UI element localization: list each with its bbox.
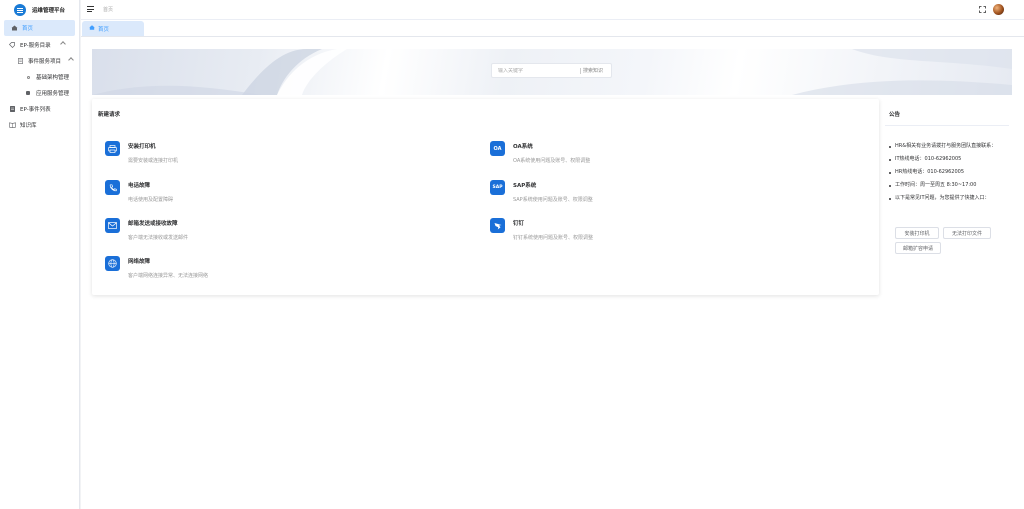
book-icon <box>8 121 16 129</box>
notice-title: 公告 <box>889 112 901 118</box>
request-item-network[interactable]: 网络故障 客户端网络连接异常、无法连接网络 <box>105 256 208 279</box>
request-item-mail[interactable]: 邮箱发送或接收故障 客户端无法接收或发送邮件 <box>105 218 188 241</box>
fullscreen-icon[interactable] <box>979 6 986 13</box>
request-desc: OA系统使用问题及账号、权限调整 <box>513 158 591 164</box>
sidebar-item-label: 应用服务管理 <box>36 91 70 97</box>
notice-line: 工作时间：周一至周五 8:30~17:00 <box>889 182 1009 189</box>
square-icon <box>24 89 32 97</box>
request-item-sap[interactable]: SAP SAP系统 SAP系统使用问题及账号、权限调整 <box>490 180 593 203</box>
app-logo[interactable]: 运维管理平台 <box>0 0 79 20</box>
globe-icon <box>105 256 120 271</box>
sidebar-item-label: 事件服务项目 <box>28 59 62 65</box>
request-desc: 客户端网络连接异常、无法连接网络 <box>128 273 209 279</box>
dot-icon <box>24 73 32 81</box>
divider <box>885 125 1009 126</box>
request-item-phone[interactable]: 电话故障 电话使用及配置障碍 <box>105 180 173 203</box>
notice-line: IT热线电话：010-62962005 <box>889 156 1009 163</box>
chevron-up-icon <box>68 57 74 63</box>
dingtalk-icon <box>490 218 505 233</box>
sidebar-item-event-list[interactable]: EP-事件列表 <box>0 101 79 117</box>
mail-icon <box>105 218 120 233</box>
sidebar-item-label: EP-事件列表 <box>20 107 51 113</box>
sidebar-item-home[interactable]: 首页 <box>4 20 75 36</box>
sidebar: 运维管理平台 首页 EP-服务目录 事件服务项目 基础架构管理 应用服务管理 E… <box>0 0 80 509</box>
sidebar-item-label: 首页 <box>22 26 34 32</box>
sidebar-item-service-catalog[interactable]: EP-服务目录 <box>0 37 79 53</box>
sap-icon: SAP <box>490 180 505 195</box>
notice-line: 以下是常见IT问题，为您提供了快捷入口： <box>889 195 1009 202</box>
notice-list: HR&相关有业务请拨打与服务团队直接联系： IT热线电话：010-6296200… <box>889 143 1009 208</box>
request-item-dingtalk[interactable]: 钉钉 钉钉系统使用问题及账号、权限调整 <box>490 218 593 241</box>
request-name: OA系统 <box>513 144 533 150</box>
list-icon <box>8 105 16 113</box>
tab-home[interactable]: 首页 <box>82 21 144 36</box>
quick-link-mailbox-expand[interactable]: 邮箱扩容申请 <box>895 242 941 254</box>
sidebar-item-knowledge[interactable]: 知识库 <box>0 117 79 133</box>
breadcrumb[interactable]: 首页 <box>103 6 113 13</box>
request-name: 电话故障 <box>128 183 151 189</box>
document-icon <box>16 57 24 65</box>
sidebar-item-infrastructure[interactable]: 基础架构管理 <box>0 69 79 85</box>
home-icon <box>10 24 18 32</box>
app-title: 运维管理平台 <box>32 8 66 14</box>
quick-link-cannot-print[interactable]: 无法打印文件 <box>943 227 991 239</box>
notice-line: HR热线电话：010-62962005 <box>889 169 1009 176</box>
home-icon <box>89 25 95 32</box>
sidebar-item-label: 知识库 <box>20 123 37 129</box>
request-desc: SAP系统使用问题及账号、权限调整 <box>513 197 593 203</box>
request-name: SAP系统 <box>513 183 537 189</box>
request-name: 安装打印机 <box>128 144 156 150</box>
printer-icon <box>105 141 120 156</box>
menu-toggle-icon[interactable] <box>87 6 94 12</box>
search-button[interactable]: 搜索知识 <box>580 67 603 74</box>
tab-label: 首页 <box>98 26 110 33</box>
chevron-up-icon <box>60 41 66 47</box>
card-title: 新建请求 <box>98 112 121 118</box>
search-banner: 搜索知识 <box>92 49 1012 95</box>
request-name: 网络故障 <box>128 259 151 265</box>
request-name: 钉钉 <box>513 221 525 227</box>
request-item-oa[interactable]: OA OA系统 OA系统使用问题及账号、权限调整 <box>490 141 590 164</box>
logo-icon <box>14 4 26 16</box>
request-desc: 电话使用及配置障碍 <box>128 197 174 203</box>
search-box: 搜索知识 <box>491 63 612 78</box>
notice-line: HR&相关有业务请拨打与服务团队直接联系： <box>889 143 1009 150</box>
sidebar-item-app-service[interactable]: 应用服务管理 <box>0 85 79 101</box>
sidebar-item-label: 基础架构管理 <box>36 75 70 81</box>
phone-icon <box>105 180 120 195</box>
search-input[interactable] <box>492 67 580 74</box>
request-desc: 钉钉系统使用问题及账号、权限调整 <box>513 235 594 241</box>
oa-icon: OA <box>490 141 505 156</box>
quick-link-install-printer[interactable]: 安装打印机 <box>895 227 939 239</box>
request-desc: 需要安装或连接打印机 <box>128 158 179 164</box>
request-name: 邮箱发送或接收故障 <box>128 221 178 227</box>
top-bar: 首页 <box>81 0 1024 20</box>
sidebar-item-label: EP-服务目录 <box>20 43 51 49</box>
notice-card: 公告 HR&相关有业务请拨打与服务团队直接联系： IT热线电话：010-6296… <box>885 99 1013 259</box>
tabs-bar: 首页 <box>81 20 1024 37</box>
avatar[interactable] <box>993 4 1004 15</box>
new-request-card: 新建请求 安装打印机 需要安装或连接打印机 OA OA系统 OA系统使用问题及账… <box>92 99 879 295</box>
request-desc: 客户端无法接收或发送邮件 <box>128 235 189 241</box>
request-item-printer[interactable]: 安装打印机 需要安装或连接打印机 <box>105 141 178 164</box>
sidebar-item-event-service[interactable]: 事件服务项目 <box>0 53 79 69</box>
main-content: 搜索知识 新建请求 安装打印机 需要安装或连接打印机 OA OA系统 OA系统使… <box>81 37 1024 509</box>
tag-icon <box>8 41 16 49</box>
